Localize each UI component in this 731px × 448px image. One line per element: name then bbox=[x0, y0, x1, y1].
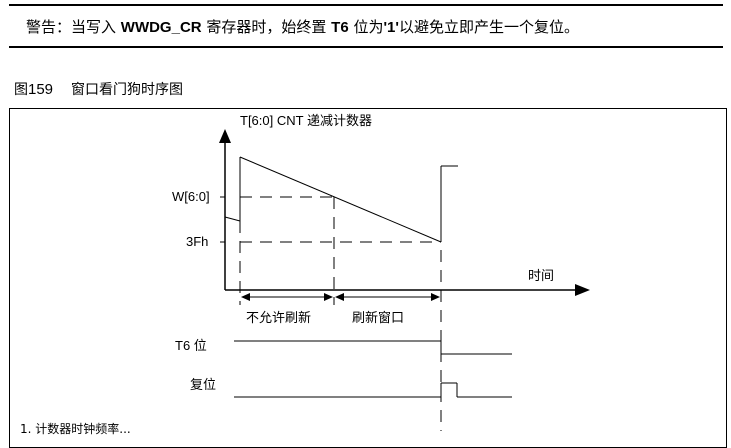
level-3fh-label: 3Fh bbox=[186, 234, 208, 249]
x-axis-label: 时间 bbox=[528, 269, 554, 284]
region-not-allowed-label: 不允许刷新 bbox=[246, 310, 311, 326]
region-not-allowed-arrowhead-left bbox=[241, 293, 250, 301]
x-axis-arrowhead bbox=[575, 284, 590, 296]
pre-reload-counter bbox=[224, 216, 241, 222]
y-axis-arrowhead bbox=[219, 129, 231, 143]
y-axis-label: T[6:0] CNT 递减计数器 bbox=[240, 113, 372, 128]
region-not-allowed-arrowhead-right bbox=[324, 293, 333, 301]
signal-reset-label: 复位 bbox=[190, 378, 216, 393]
counter-ramp bbox=[239, 156, 442, 243]
region-window-arrowhead-right bbox=[431, 293, 440, 301]
region-window-arrowhead-left bbox=[335, 293, 344, 301]
signal-t6-label: T6 位 bbox=[175, 338, 207, 353]
level-w-label: W[6:0] bbox=[172, 189, 210, 204]
footnote: 1. 计数器时钟频率... bbox=[20, 422, 131, 436]
region-refresh-window-label: 刷新窗口 bbox=[352, 310, 404, 326]
timing-diagram: T[6:0] CNT 递减计数器 时间 W[6:0] 3Fh 不允许刷新 刷新窗… bbox=[172, 113, 590, 431]
